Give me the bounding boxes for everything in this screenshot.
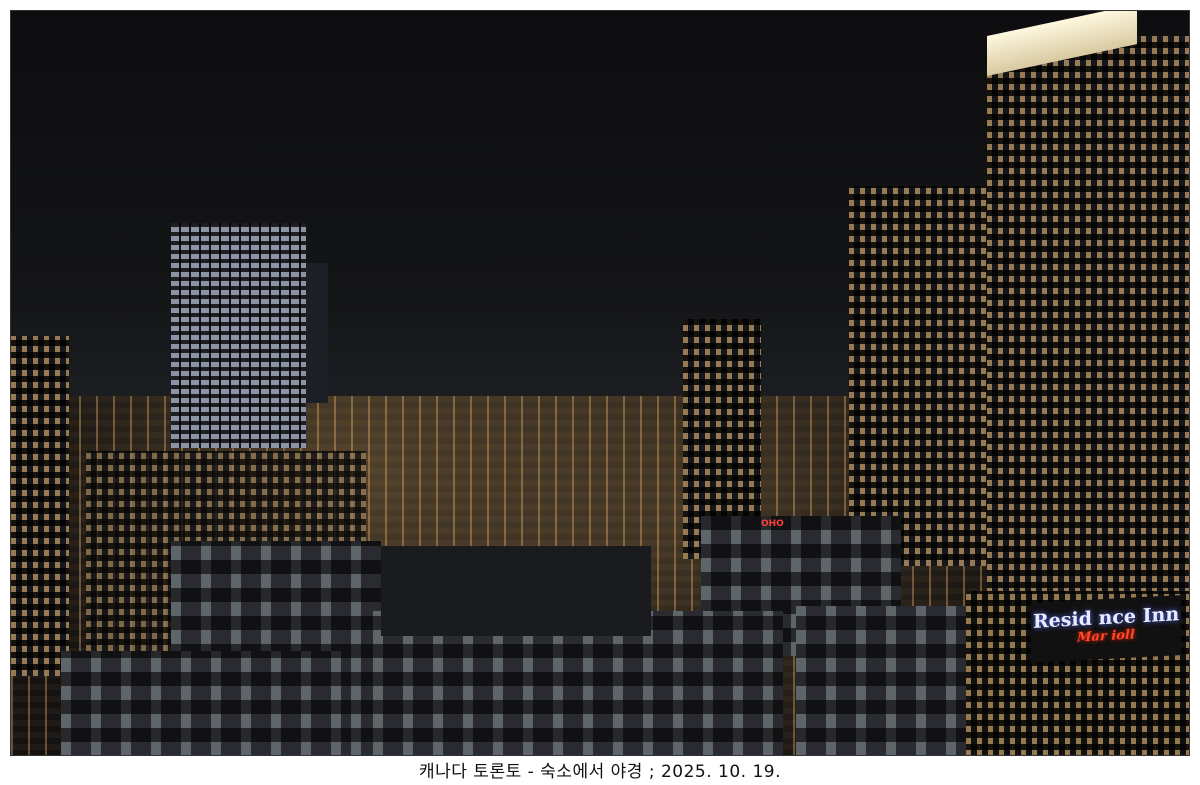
rooftop-structure [381, 546, 651, 636]
photo-caption: 캐나다 토론토 - 숙소에서 야경 ; 2025. 10. 19. [418, 762, 781, 782]
rooftop-sign: OHO [761, 519, 784, 529]
foreground-left-building [61, 651, 351, 755]
night-city-photo: OHO Resid nce Inn Mar ioll [10, 10, 1190, 756]
hotel-sign: Resid nce Inn Mar ioll [1031, 595, 1181, 663]
tall-right-tower [987, 36, 1189, 606]
left-tower [11, 336, 69, 676]
tower-annex [306, 263, 328, 403]
glass-office-tower [171, 223, 306, 448]
hotel-building [796, 606, 971, 755]
right-tower [849, 186, 994, 566]
